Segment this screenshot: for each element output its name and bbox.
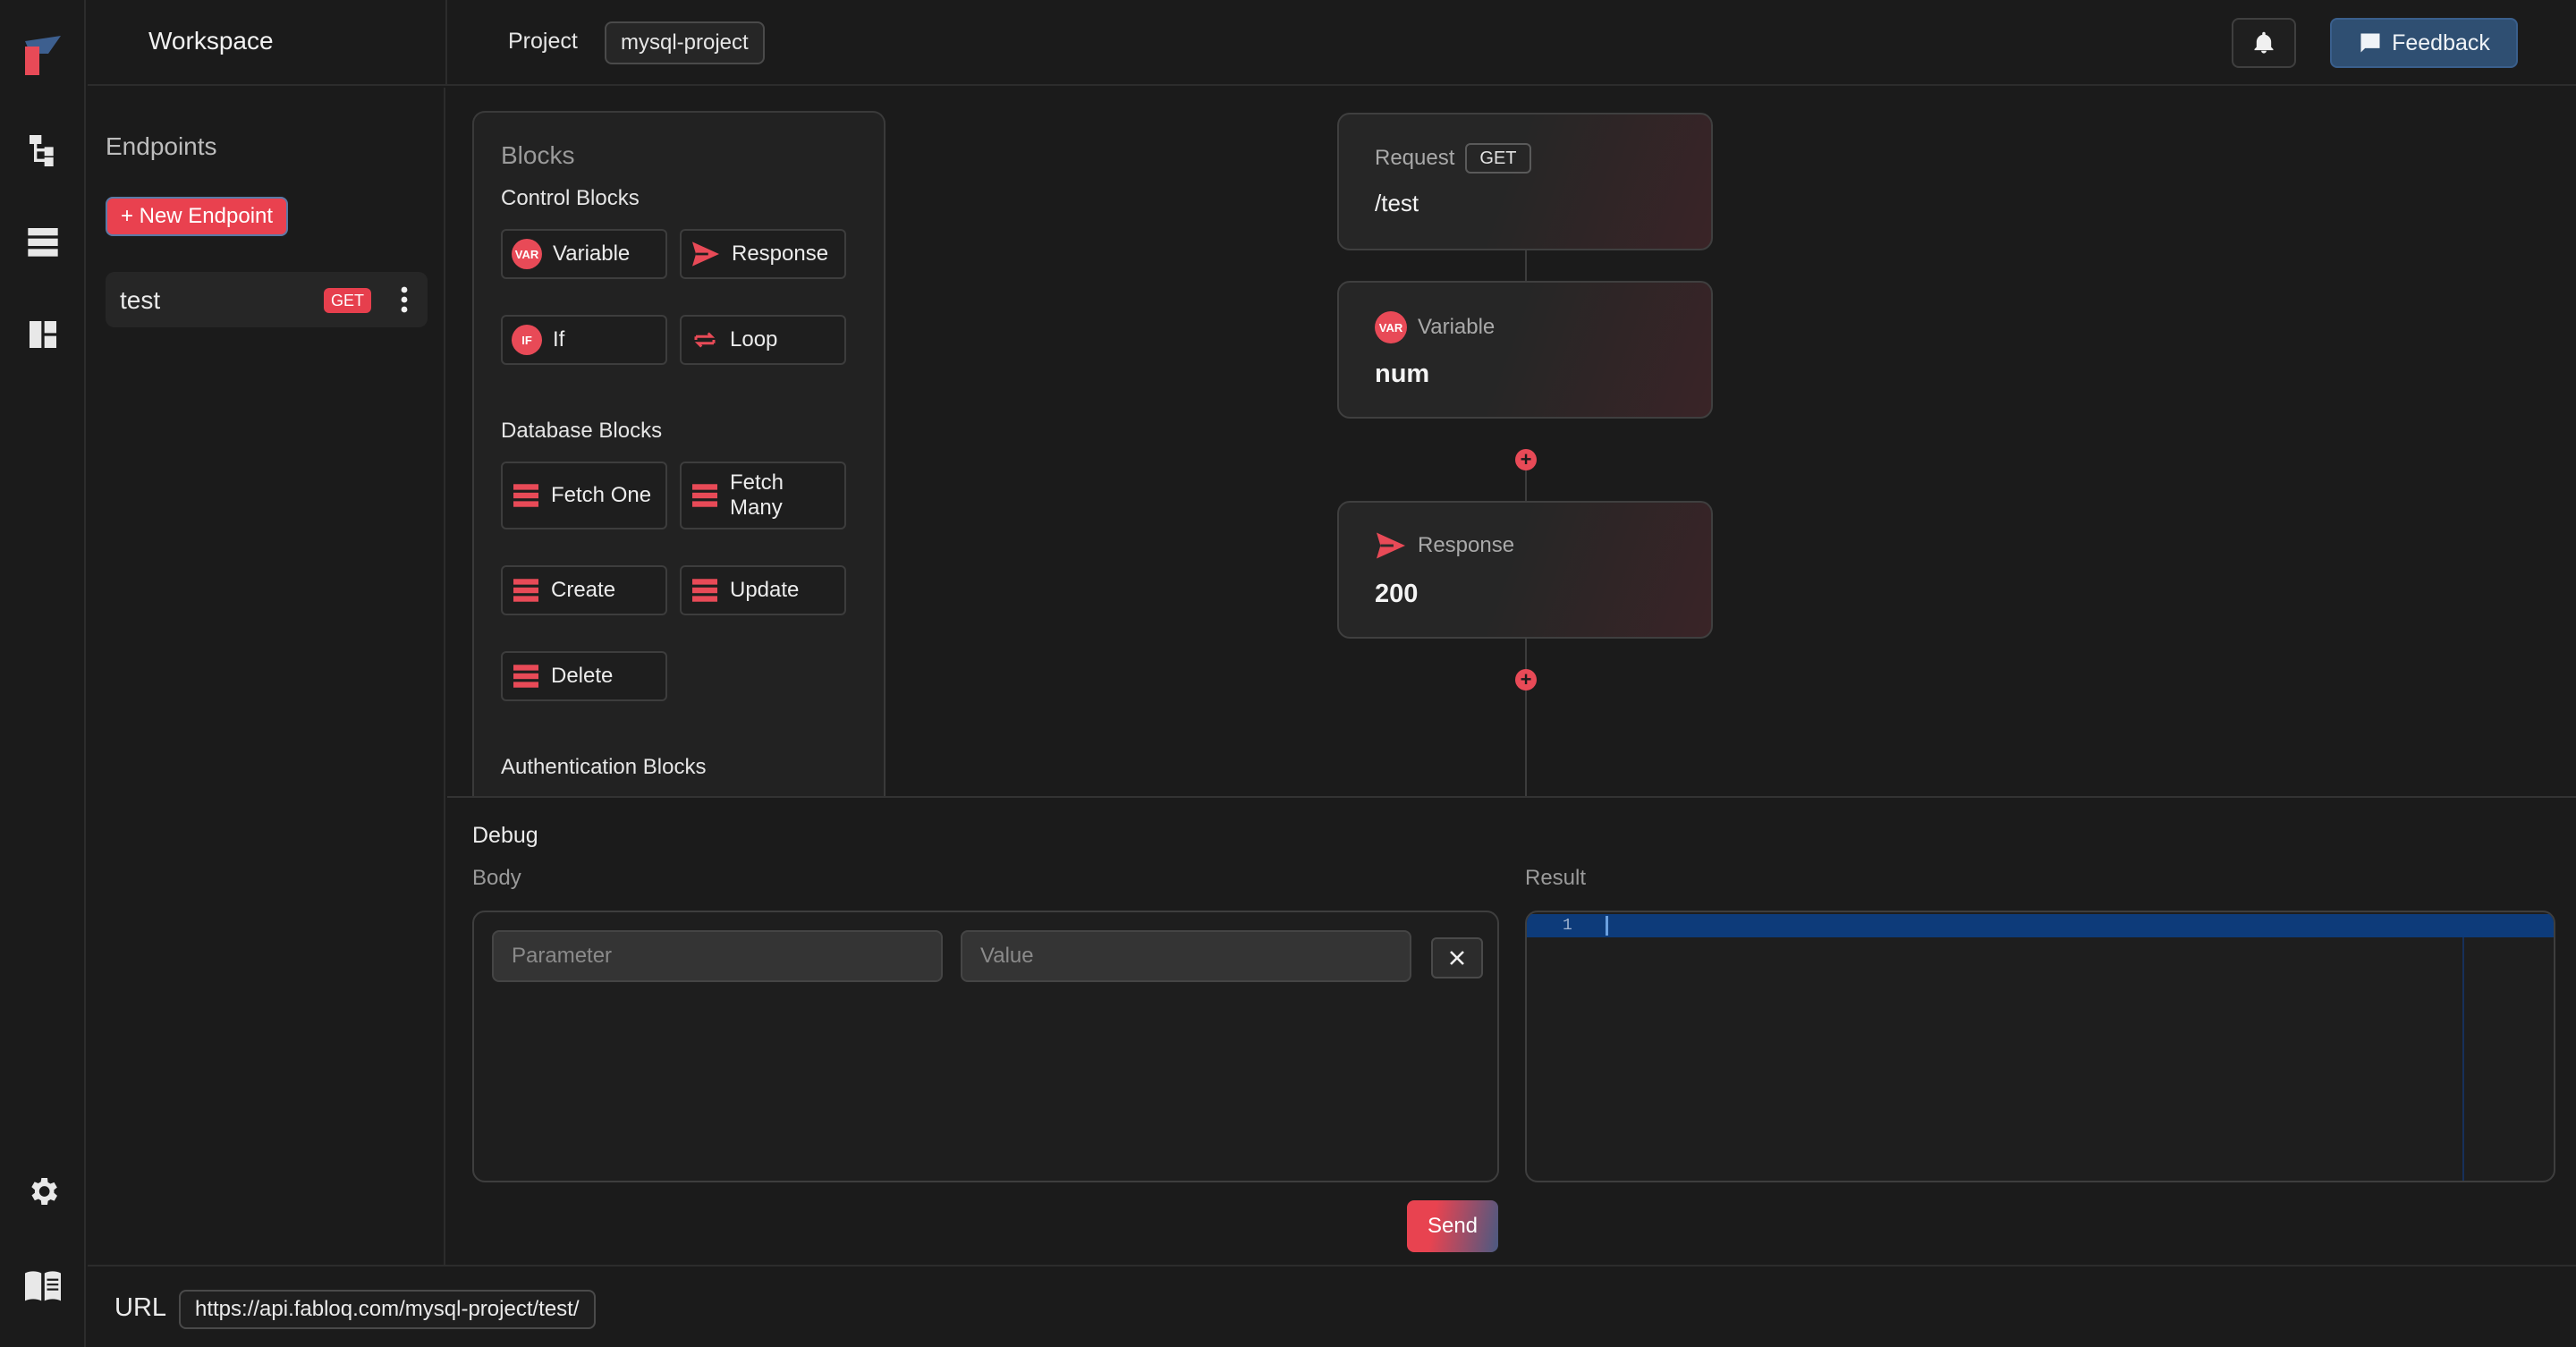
flow-editor-icon[interactable] xyxy=(23,129,63,168)
variable-node[interactable]: VAR Variable num xyxy=(1337,281,1713,419)
block-label: Fetch One xyxy=(551,483,652,507)
node-label: Variable xyxy=(1418,315,1496,339)
more-options-icon[interactable] xyxy=(395,284,413,315)
result-label: Result xyxy=(1525,866,1587,890)
settings-gear-icon[interactable] xyxy=(23,1172,63,1211)
database-icon xyxy=(512,664,540,689)
loop-block[interactable]: Loop xyxy=(680,315,846,365)
body-label: Body xyxy=(472,866,521,890)
response-block[interactable]: Response xyxy=(680,229,846,279)
value-input[interactable] xyxy=(961,930,1411,982)
node-header: VAR Variable xyxy=(1375,311,1495,343)
send-icon xyxy=(1377,532,1405,559)
endpoints-sidebar: Endpoints + New Endpoint test GET xyxy=(88,88,445,1265)
body-editor xyxy=(472,911,1499,1182)
node-label: Response xyxy=(1418,533,1515,557)
database-icon[interactable] xyxy=(23,222,63,261)
auth-blocks-title: Authentication Blocks xyxy=(501,755,707,779)
print-margin-ruler xyxy=(2462,937,2464,1181)
var-badge-icon: VAR xyxy=(1375,311,1407,343)
flow-canvas: Request GET /test VAR Variable num + Res… xyxy=(1337,113,1713,801)
node-label: Request xyxy=(1375,146,1455,170)
request-node[interactable]: Request GET /test xyxy=(1337,113,1713,250)
block-label: Delete xyxy=(551,664,614,688)
close-icon xyxy=(1450,951,1464,965)
if-badge-icon: IF xyxy=(512,325,542,355)
database-icon xyxy=(691,578,719,603)
var-badge-icon: VAR xyxy=(512,239,542,269)
variable-block[interactable]: VAR Variable xyxy=(501,229,667,279)
block-label: Response xyxy=(732,241,829,266)
blocks-palette: Blocks Control Blocks VAR Variable Respo… xyxy=(472,111,886,809)
workspace-title: Workspace xyxy=(148,27,274,55)
database-blocks-title: Database Blocks xyxy=(501,419,663,443)
app-root: Workspace Project mysql-project Feedback… xyxy=(0,0,2576,1347)
result-viewer[interactable]: 1 xyxy=(1525,911,2555,1182)
feedback-label: Feedback xyxy=(2392,30,2490,55)
database-icon xyxy=(512,578,540,603)
request-path: /test xyxy=(1375,190,1419,216)
debug-title: Debug xyxy=(472,823,538,848)
app-logo[interactable] xyxy=(21,32,64,79)
node-header: Request GET xyxy=(1375,143,1531,174)
bell-icon xyxy=(2254,31,2274,54)
top-bar: Workspace Project mysql-project Feedback xyxy=(88,0,2576,86)
chat-icon xyxy=(2360,33,2380,53)
delete-block[interactable]: Delete xyxy=(501,651,667,701)
block-label: Fetch Many xyxy=(730,470,784,520)
block-label: Update xyxy=(730,578,800,602)
response-node[interactable]: Response 200 xyxy=(1337,501,1713,639)
block-label: Create xyxy=(551,578,616,602)
control-blocks-title: Control Blocks xyxy=(501,186,640,210)
endpoint-url[interactable]: https://api.fabloq.com/mysql-project/tes… xyxy=(179,1290,596,1329)
remove-param-button[interactable] xyxy=(1431,937,1483,978)
blocks-title: Blocks xyxy=(501,141,575,169)
endpoints-title: Endpoints xyxy=(106,132,217,160)
project-label: Project xyxy=(508,29,578,54)
node-header: Response xyxy=(1375,531,1514,560)
database-icon xyxy=(512,483,540,508)
method-badge: GET xyxy=(324,288,372,313)
new-endpoint-button[interactable]: + New Endpoint xyxy=(106,197,288,236)
icon-rail xyxy=(0,0,86,1347)
active-line-highlight xyxy=(1527,914,2554,937)
block-label: Variable xyxy=(553,241,631,266)
send-button[interactable]: Send xyxy=(1407,1200,1498,1252)
dashboard-icon[interactable] xyxy=(23,315,63,354)
response-status: 200 xyxy=(1375,580,1419,608)
notifications-button[interactable] xyxy=(2232,18,2296,68)
update-block[interactable]: Update xyxy=(680,565,846,615)
debug-panel: Debug Body Result 1 Send xyxy=(447,796,2576,1265)
parameter-input[interactable] xyxy=(492,930,943,982)
url-label: URL xyxy=(114,1293,167,1322)
docs-book-icon[interactable] xyxy=(23,1267,63,1306)
project-selector[interactable]: mysql-project xyxy=(605,21,765,64)
block-label: Loop xyxy=(730,327,778,352)
endpoint-item[interactable]: test GET xyxy=(106,272,428,327)
add-block-button[interactable]: + xyxy=(1515,449,1537,470)
fetch-one-block[interactable]: Fetch One xyxy=(501,462,667,529)
line-number: 1 xyxy=(1563,917,1572,935)
variable-value: num xyxy=(1375,360,1430,388)
url-bar: URL https://api.fabloq.com/mysql-project… xyxy=(88,1265,2576,1347)
text-cursor xyxy=(1606,916,1608,936)
add-block-button[interactable]: + xyxy=(1515,669,1537,690)
topbar-divider xyxy=(445,0,447,86)
fetch-many-block[interactable]: Fetch Many xyxy=(680,462,846,529)
database-icon xyxy=(691,483,719,508)
block-label: If xyxy=(553,327,565,352)
feedback-button[interactable]: Feedback xyxy=(2330,18,2518,68)
endpoint-name: test xyxy=(120,286,161,314)
method-chip: GET xyxy=(1465,143,1531,174)
create-block[interactable]: Create xyxy=(501,565,667,615)
send-icon xyxy=(691,241,721,267)
if-block[interactable]: IF If xyxy=(501,315,667,365)
loop-icon xyxy=(691,326,719,353)
